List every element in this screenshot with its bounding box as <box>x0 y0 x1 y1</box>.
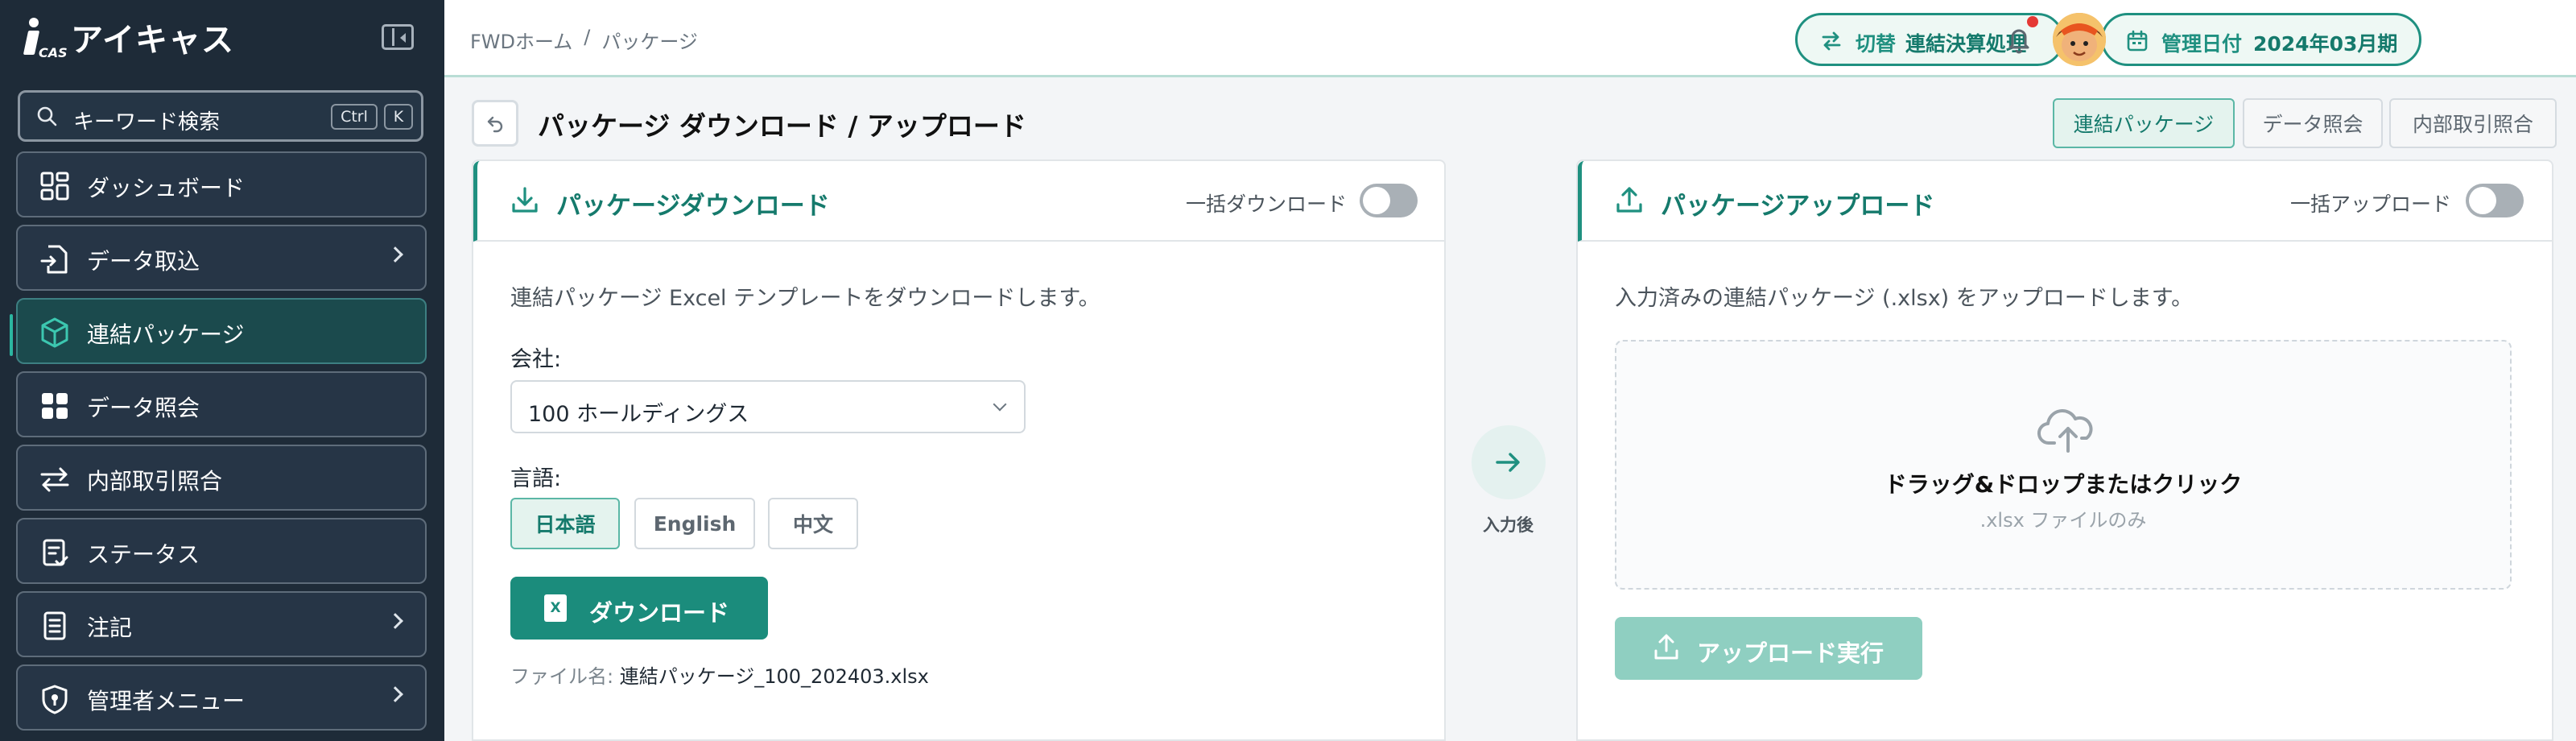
sidebar-item-intercompany-matching[interactable]: 内部取引照合 <box>16 445 427 511</box>
note-icon <box>43 611 66 640</box>
management-date-value: 2024年03月期 <box>2253 32 2398 56</box>
dropzone-file-hint: .xlsx ファイルのみ <box>1979 509 2147 532</box>
sidebar-item-label: 内部取引照合 <box>87 468 223 495</box>
dashboard-icon <box>40 172 69 201</box>
flow-arrow <box>1472 425 1546 499</box>
notification-bell-icon[interactable] <box>2003 23 2035 55</box>
calendar-icon <box>2127 30 2148 52</box>
search-label: キーワード検索 <box>73 110 221 135</box>
download-description: 連結パッケージ Excel テンプレートをダウンロードします。 <box>510 286 1100 311</box>
company-select-value: 100 ホールディングス <box>528 402 749 427</box>
bulk-download-toggle[interactable] <box>1360 184 1418 217</box>
shortcut-ctrl-key: Ctrl <box>331 104 378 130</box>
chevron-right-icon <box>387 246 403 263</box>
sidebar-item-data-inquiry[interactable]: データ照会 <box>16 371 427 437</box>
upload-panel-header: パッケージアップロード 一括アップロード <box>1578 161 2552 242</box>
search-icon <box>37 106 57 126</box>
filename-value: 連結パッケージ_100_202403.xlsx <box>619 665 929 688</box>
switch-arrows-icon <box>1822 31 1841 51</box>
breadcrumb-home-link[interactable]: FWDホーム <box>470 26 572 54</box>
switch-prefix: 切替 <box>1856 32 1897 56</box>
tab-intercompany-matching[interactable]: 内部取引照合 <box>2389 98 2557 148</box>
bulk-upload-toggle[interactable] <box>2466 184 2524 217</box>
chevron-right-icon <box>387 613 403 629</box>
chevron-right-icon <box>387 686 403 702</box>
language-option-chinese[interactable]: 中文 <box>768 498 858 549</box>
sidebar-item-data-import[interactable]: データ取込 <box>16 225 427 291</box>
download-panel: パッケージダウンロード 一括ダウンロード 連結パッケージ Excel テンプレー… <box>472 159 1446 741</box>
excel-icon: X <box>544 594 567 622</box>
bulk-download-label: 一括ダウンロード <box>1186 192 1348 216</box>
language-option-english[interactable]: English <box>634 498 755 549</box>
sidebar-collapse-icon[interactable] <box>382 24 414 50</box>
sidebar-item-consolidation-package[interactable]: 連結パッケージ <box>16 298 427 364</box>
shortcut-k-key: K <box>384 104 413 130</box>
page-title: パッケージ ダウンロード / アップロード <box>538 110 1026 142</box>
clipboard-check-icon <box>43 539 68 566</box>
shield-icon <box>42 685 68 714</box>
sidebar-item-label: 管理者メニュー <box>87 688 246 714</box>
breadcrumb-current: パッケージ <box>601 31 698 53</box>
sidebar-item-label: データ照会 <box>87 395 200 421</box>
cloud-upload-icon <box>2037 409 2093 453</box>
file-dropzone[interactable]: ドラッグ&ドロップまたはクリック .xlsx ファイルのみ <box>1615 340 2512 590</box>
sidebar-item-label: ダッシュボード <box>87 175 246 201</box>
flow-label: 入力後 <box>1483 515 1534 535</box>
user-avatar[interactable] <box>2053 13 2106 66</box>
company-label: 会社: <box>510 347 562 372</box>
package-icon <box>41 317 68 348</box>
notification-badge <box>2027 16 2038 27</box>
download-panel-title: パッケージダウンロード <box>556 192 830 221</box>
tab-data-inquiry[interactable]: データ照会 <box>2243 98 2383 148</box>
undo-arrow-icon <box>487 116 503 133</box>
sidebar: CAS アイキャス キーワード検索 Ctrl K ダッシュボード データ取込 連… <box>0 0 444 741</box>
breadcrumb: FWDホーム / パッケージ <box>470 26 698 54</box>
upload-button-label: アップロード実行 <box>1697 640 1885 667</box>
sidebar-item-status[interactable]: ステータス <box>16 518 427 584</box>
language-label: 言語: <box>510 466 562 491</box>
bulk-upload-label: 一括アップロード <box>2290 192 2452 216</box>
avatar-face-icon <box>2053 13 2106 66</box>
chevron-down-icon <box>993 397 1007 412</box>
logo-mark-icon: CAS <box>23 14 68 60</box>
management-date-prefix: 管理日付 <box>2161 32 2243 56</box>
table-icon <box>42 393 68 419</box>
sidebar-item-label: 連結パッケージ <box>87 321 245 348</box>
upload-panel-title: パッケージアップロード <box>1661 192 1935 221</box>
download-button[interactable]: X ダウンロード <box>510 577 768 640</box>
app-name: アイキャス <box>71 22 234 59</box>
app-logo[interactable]: CAS アイキャス <box>23 13 234 61</box>
sidebar-item-label: 注記 <box>87 615 133 641</box>
breadcrumb-separator: / <box>584 26 591 48</box>
download-panel-header: パッケージダウンロード 一括ダウンロード <box>473 161 1444 242</box>
active-nav-indicator <box>10 314 13 356</box>
upload-description: 入力済みの連結パッケージ (.xlsx) をアップロードします。 <box>1615 286 2194 311</box>
sidebar-item-notes[interactable]: 注記 <box>16 591 427 657</box>
sidebar-item-admin-menu[interactable]: 管理者メニュー <box>16 664 427 731</box>
dropzone-instruction: ドラッグ&ドロップまたはクリック <box>1884 471 2243 498</box>
upload-panel: パッケージアップロード 一括アップロード 入力済みの連結パッケージ (.xlsx… <box>1576 159 2553 741</box>
download-icon <box>512 187 538 213</box>
file-import-icon <box>40 245 68 274</box>
arrow-right-icon <box>1496 453 1520 472</box>
sidebar-item-dashboard[interactable]: ダッシュボード <box>16 151 427 217</box>
sidebar-item-label: ステータス <box>87 541 200 568</box>
back-button[interactable] <box>472 100 518 147</box>
tab-consolidation-package[interactable]: 連結パッケージ <box>2053 98 2235 148</box>
keyword-search[interactable]: キーワード検索 Ctrl K <box>18 90 423 142</box>
language-option-japanese[interactable]: 日本語 <box>510 498 620 549</box>
upload-icon <box>1616 187 1642 213</box>
swap-icon <box>40 467 69 492</box>
sidebar-item-label: データ取込 <box>87 248 200 275</box>
management-date-button[interactable]: 管理日付 2024年03月期 <box>2101 13 2421 66</box>
company-select[interactable]: 100 ホールディングス <box>510 380 1026 433</box>
top-header: FWDホーム / パッケージ 切替 連結決算処理 管理日付 2024年03月期 <box>444 0 2576 77</box>
upload-execute-button[interactable]: アップロード実行 <box>1615 617 1922 680</box>
upload-icon <box>1654 634 1678 660</box>
filename-row: ファイル名: 連結パッケージ_100_202403.xlsx <box>510 660 929 689</box>
download-button-label: ダウンロード <box>589 599 730 627</box>
filename-label: ファイル名: <box>510 665 614 688</box>
